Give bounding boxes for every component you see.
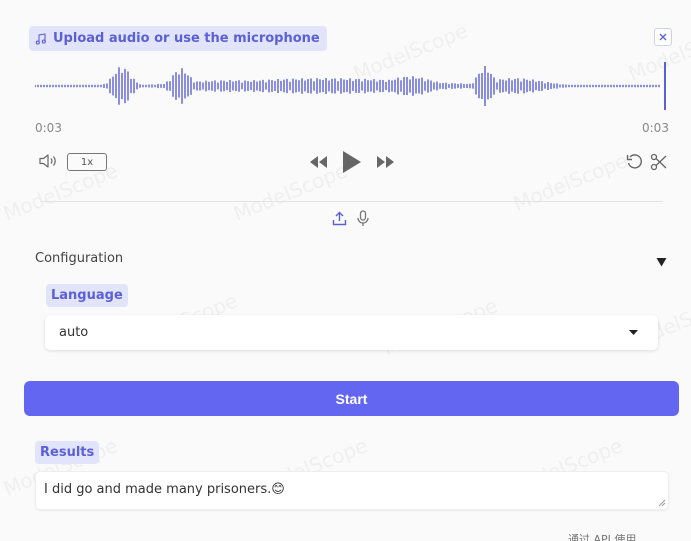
undo-icon xyxy=(626,154,642,169)
microphone-icon xyxy=(357,210,369,226)
results-label: Results xyxy=(35,441,100,464)
skip-backward-button[interactable] xyxy=(307,154,329,174)
music-note-icon xyxy=(35,32,46,45)
trim-button[interactable] xyxy=(650,153,668,175)
use-via-api-link[interactable]: 通过 API 使用 xyxy=(568,531,636,541)
language-select[interactable]: auto xyxy=(45,315,658,350)
current-time: 0:03 xyxy=(35,121,62,135)
resize-handle-icon[interactable] xyxy=(658,499,666,507)
divider xyxy=(40,201,663,202)
rewind-icon xyxy=(310,156,327,168)
fast-forward-icon xyxy=(377,156,394,168)
duration-time: 0:03 xyxy=(642,121,669,135)
upload-icon xyxy=(332,211,347,226)
play-button[interactable] xyxy=(340,150,362,178)
watermark: ModelScope xyxy=(510,148,631,216)
configuration-accordion-title[interactable]: Configuration xyxy=(35,251,123,266)
volume-icon xyxy=(39,154,56,168)
close-icon xyxy=(659,33,667,41)
play-icon xyxy=(343,151,361,173)
smile-emoji-icon: 😊 xyxy=(271,482,285,497)
results-text: I did go and made many prisoners. xyxy=(44,482,272,497)
upload-audio-label-text: Upload audio or use the microphone xyxy=(53,31,320,46)
start-button[interactable]: Start xyxy=(24,381,679,416)
language-select-value: auto xyxy=(59,325,89,340)
microphone-source-button[interactable] xyxy=(356,210,370,231)
volume-button[interactable] xyxy=(38,153,58,173)
accordion-toggle[interactable] xyxy=(656,252,667,271)
results-textbox[interactable]: I did go and made many prisoners.😊 xyxy=(35,471,669,510)
triangle-down-icon xyxy=(656,258,667,267)
reset-button[interactable] xyxy=(626,153,644,175)
caret-down-icon xyxy=(629,330,638,335)
skip-forward-button[interactable] xyxy=(375,154,397,174)
upload-audio-label: Upload audio or use the microphone xyxy=(29,26,327,51)
playback-speed-button[interactable]: 1x xyxy=(67,153,107,171)
scissors-icon xyxy=(650,153,667,171)
language-label: Language xyxy=(46,284,128,307)
upload-source-button[interactable] xyxy=(332,211,347,230)
audio-waveform[interactable] xyxy=(35,60,667,112)
clear-audio-button[interactable] xyxy=(654,28,672,46)
